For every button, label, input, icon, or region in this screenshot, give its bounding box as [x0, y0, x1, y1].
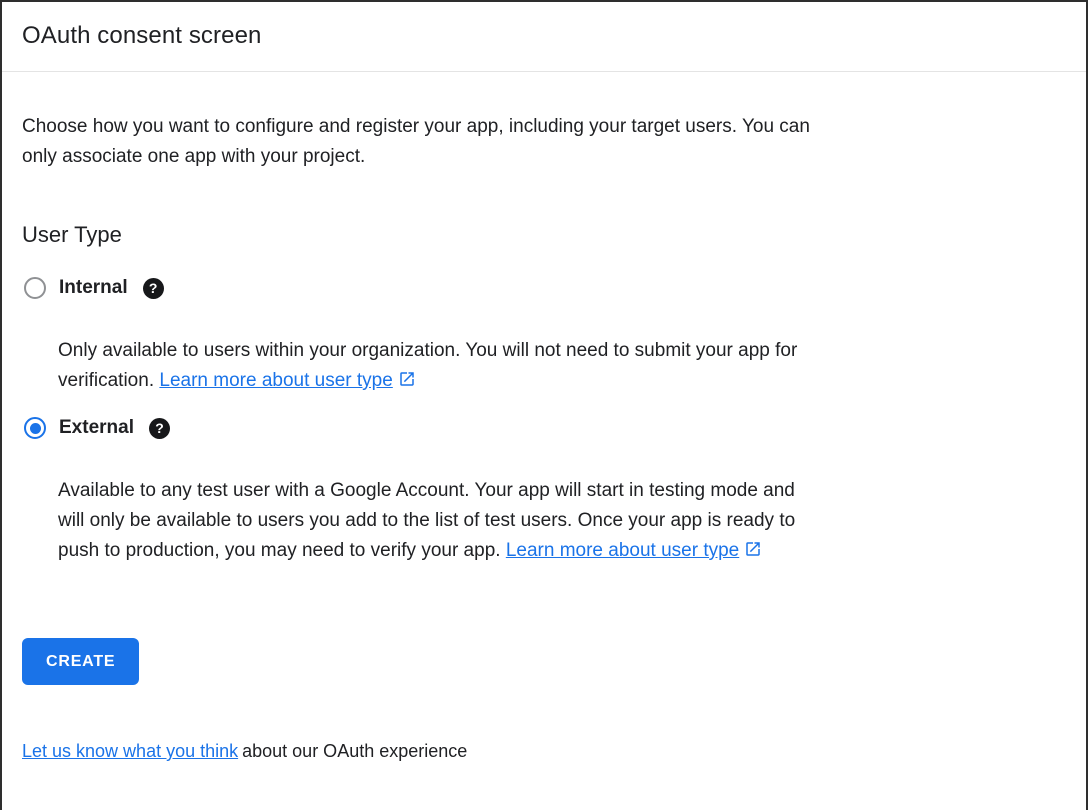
external-description: Available to any test user with a Google… — [58, 476, 814, 566]
oauth-consent-page: OAuth consent screen Choose how you want… — [0, 0, 1088, 810]
help-icon[interactable]: ? — [149, 418, 170, 439]
feedback-link[interactable]: Let us know what you think — [22, 741, 242, 761]
footer-feedback: Let us know what you thinkabout our OAut… — [22, 741, 1062, 762]
open-in-new-icon — [744, 540, 762, 558]
main-content: Choose how you want to configure and reg… — [2, 72, 1086, 762]
intro-text: Choose how you want to configure and reg… — [22, 112, 812, 172]
footer-text: about our OAuth experience — [242, 741, 467, 761]
help-icon[interactable]: ? — [143, 278, 164, 299]
create-button[interactable]: CREATE — [22, 638, 139, 685]
radio-label-internal: Internal — [59, 277, 128, 299]
page-title: OAuth consent screen — [22, 22, 1062, 50]
learn-more-link-internal[interactable]: Learn more about user type — [159, 370, 415, 391]
radio-button-internal[interactable] — [24, 277, 46, 299]
page-header: OAuth consent screen — [2, 2, 1086, 72]
internal-description: Only available to users within your orga… — [58, 336, 814, 396]
learn-more-link-external-label: Learn more about user type — [506, 540, 739, 561]
learn-more-link-external[interactable]: Learn more about user type — [506, 540, 762, 561]
radio-button-external[interactable] — [24, 417, 46, 439]
learn-more-link-internal-label: Learn more about user type — [159, 370, 392, 391]
radio-option-external[interactable]: External ? — [22, 414, 1062, 442]
user-type-heading: User Type — [22, 222, 1062, 248]
radio-label-external: External — [59, 417, 134, 439]
radio-option-internal[interactable]: Internal ? — [22, 274, 1062, 302]
open-in-new-icon — [398, 370, 416, 388]
